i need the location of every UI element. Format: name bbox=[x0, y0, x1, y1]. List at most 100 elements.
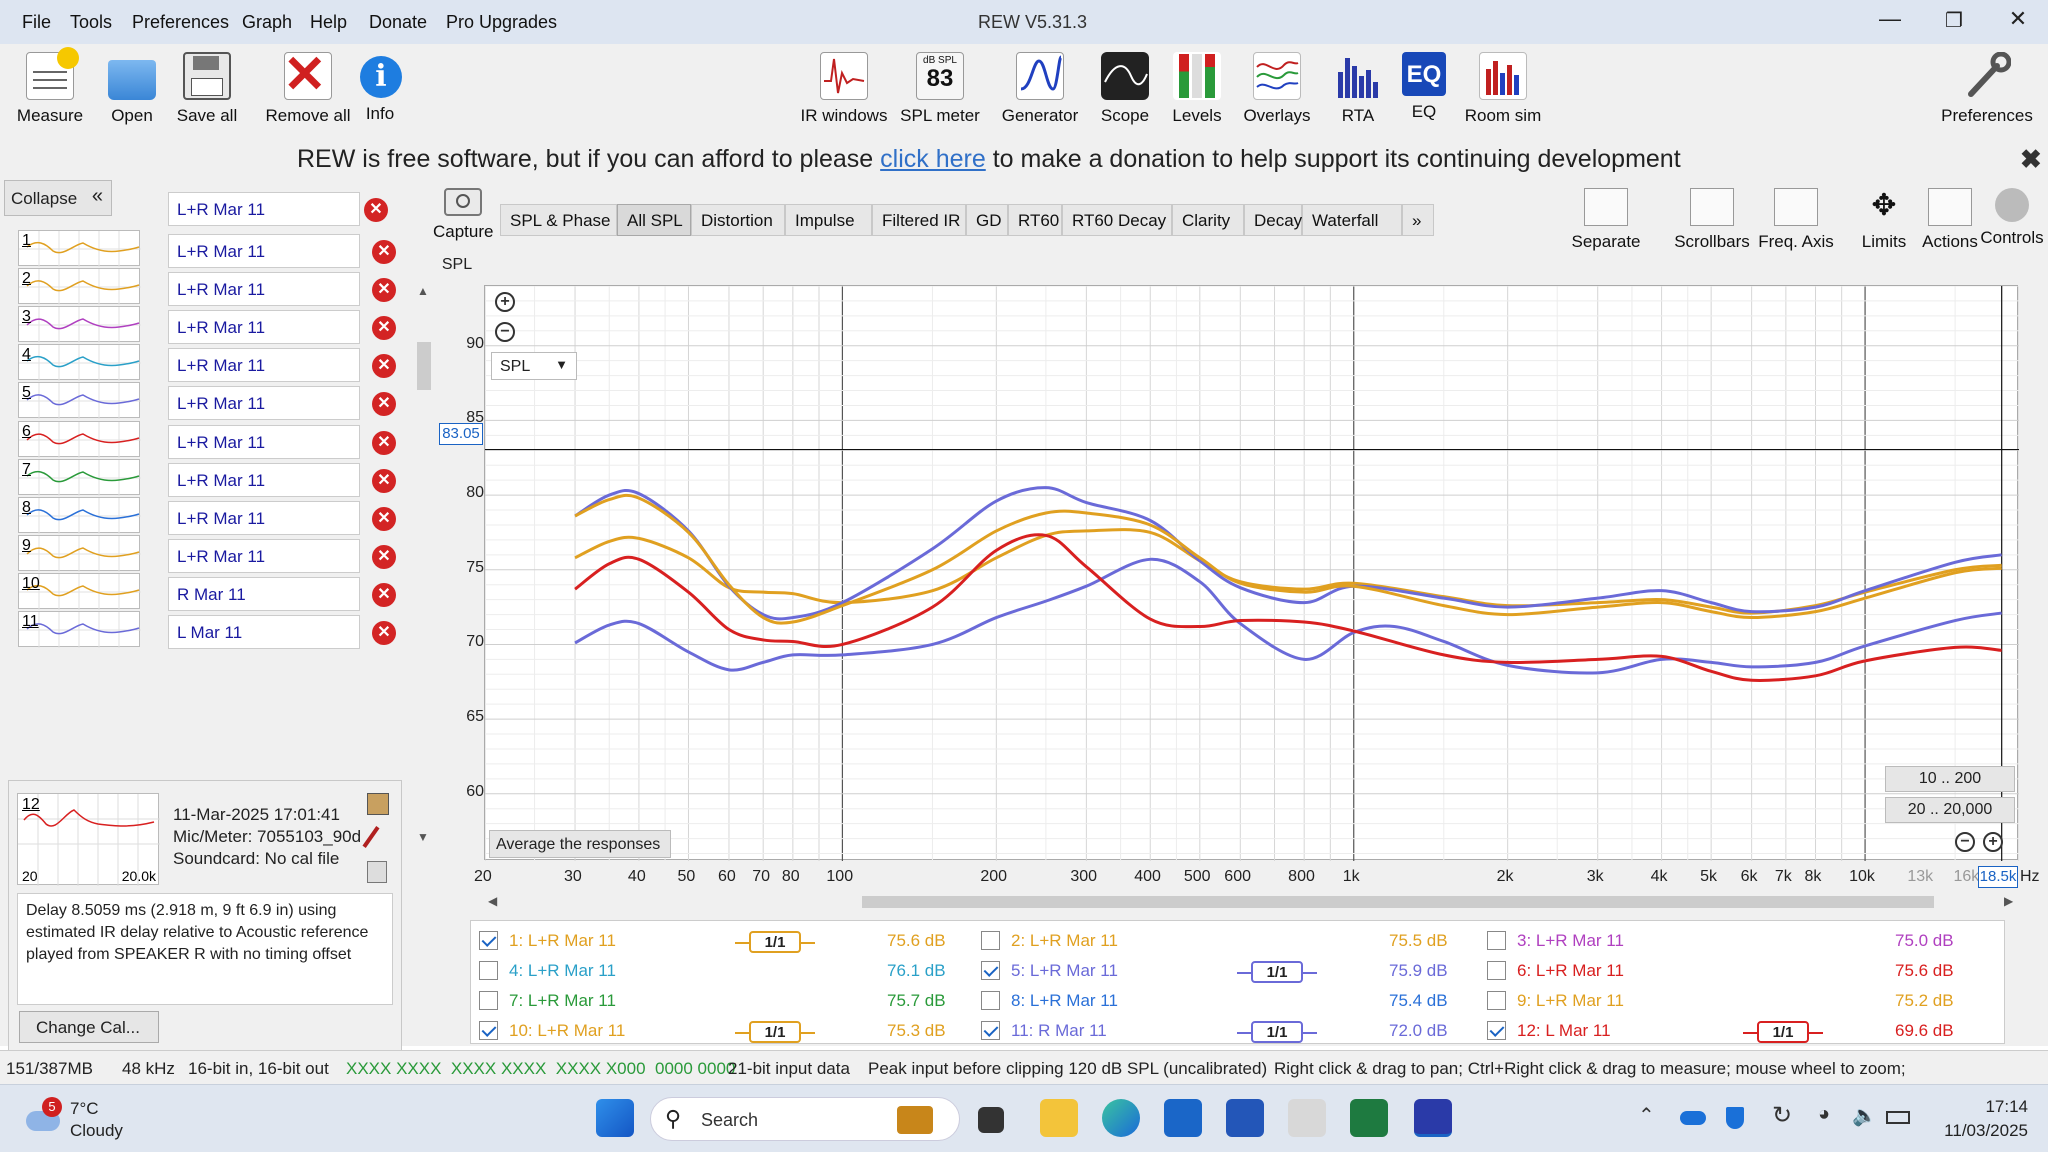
scope-button[interactable]: Scope bbox=[1098, 52, 1152, 126]
battery-icon[interactable] bbox=[1886, 1111, 1910, 1124]
scroll-down-icon[interactable]: ▼ bbox=[417, 830, 429, 844]
selected-measurement[interactable]: 12 20 20.0k 11-Mar-2025 17:01:41 Mic/Met… bbox=[8, 780, 402, 1064]
clock-date[interactable]: 11/03/2025 bbox=[1932, 1121, 2028, 1141]
chart-icon[interactable] bbox=[367, 793, 389, 815]
smoothing-indicator[interactable]: 1/1 bbox=[1757, 1021, 1809, 1043]
close-button[interactable]: ✕ bbox=[1998, 6, 2038, 32]
vertical-scrollbar[interactable]: ▲ ▼ bbox=[415, 284, 431, 854]
notes-icon[interactable] bbox=[367, 861, 387, 883]
h-scroll-thumb[interactable] bbox=[862, 896, 1934, 908]
zoom-out-icon[interactable]: − bbox=[495, 322, 515, 342]
smoothing-indicator[interactable]: 1/1 bbox=[749, 931, 801, 953]
spl-dropdown[interactable]: SPL ▼ bbox=[491, 352, 577, 380]
menu-graph[interactable]: Graph bbox=[242, 12, 292, 33]
remove-current-icon[interactable]: ✕ bbox=[364, 198, 388, 222]
windows-start-icon[interactable] bbox=[596, 1099, 634, 1137]
zoom-in-icon[interactable]: + bbox=[495, 292, 515, 312]
measure-button[interactable]: Measure bbox=[14, 47, 86, 126]
legend-checkbox[interactable] bbox=[1487, 961, 1506, 980]
wifi-icon[interactable]: ◕ bbox=[1818, 1103, 1830, 1126]
menu-preferences[interactable]: Preferences bbox=[132, 12, 229, 33]
legend-checkbox[interactable] bbox=[981, 1021, 1000, 1040]
measurement-name[interactable]: L+R Mar 11 bbox=[168, 538, 360, 573]
save-all-button[interactable]: Save all bbox=[174, 52, 240, 126]
legend-item[interactable]: 4: L+R Mar 11 76.1 dB bbox=[479, 959, 969, 985]
overlays-button[interactable]: Overlays bbox=[1242, 52, 1312, 126]
rew-taskbar-icon[interactable] bbox=[1414, 1099, 1452, 1137]
legend-item[interactable]: 2: L+R Mar 11 75.5 dB bbox=[981, 929, 1471, 955]
info-button[interactable]: i Info bbox=[360, 52, 402, 124]
freq-axis-button[interactable]: Freq. Axis bbox=[1758, 188, 1834, 252]
measurement-name[interactable]: L+R Mar 11 bbox=[168, 310, 360, 345]
measurement-name[interactable]: L Mar 11 bbox=[168, 615, 360, 649]
tab-all-spl[interactable]: All SPL bbox=[617, 204, 691, 236]
task-view-icon[interactable] bbox=[978, 1107, 1004, 1133]
scroll-up-icon[interactable]: ▲ bbox=[417, 284, 429, 298]
legend-item[interactable]: 7: L+R Mar 11 75.7 dB bbox=[479, 989, 969, 1015]
dsp-icon[interactable] bbox=[1288, 1099, 1326, 1137]
tab-decay[interactable]: Decay bbox=[1244, 204, 1302, 236]
scroll-right-icon[interactable]: ▶ bbox=[2004, 894, 2013, 908]
remove-measurement-icon[interactable]: ✕ bbox=[372, 316, 396, 341]
onedrive-icon[interactable] bbox=[1680, 1111, 1706, 1125]
legend-item[interactable]: 6: L+R Mar 11 75.6 dB bbox=[1487, 959, 1977, 985]
file-explorer-icon[interactable] bbox=[1040, 1099, 1078, 1137]
remove-measurement-icon[interactable]: ✕ bbox=[372, 354, 396, 379]
menu-help[interactable]: Help bbox=[310, 12, 347, 33]
remove-measurement-icon[interactable]: ✕ bbox=[372, 468, 396, 493]
smoothing-indicator[interactable]: 1/1 bbox=[749, 1021, 801, 1043]
menu-file[interactable]: File bbox=[22, 12, 51, 33]
remove-measurement-icon[interactable]: ✕ bbox=[372, 582, 396, 607]
remove-measurement-icon[interactable]: ✕ bbox=[372, 621, 396, 645]
open-button[interactable]: Open bbox=[104, 52, 160, 126]
clock-time[interactable]: 17:14 bbox=[1960, 1097, 2028, 1117]
separate-button[interactable]: Separate bbox=[1568, 188, 1644, 252]
remove-measurement-icon[interactable]: ✕ bbox=[372, 506, 396, 531]
tab-waterfall[interactable]: Waterfall bbox=[1302, 204, 1402, 236]
tab-more[interactable]: » bbox=[1402, 204, 1434, 236]
preferences-button[interactable]: Preferences bbox=[1940, 51, 2034, 126]
legend-checkbox[interactable] bbox=[1487, 991, 1506, 1010]
legend-checkbox[interactable] bbox=[479, 1021, 498, 1040]
remove-all-button[interactable]: ✕ Remove all bbox=[258, 49, 358, 126]
menu-tools[interactable]: Tools bbox=[70, 12, 112, 33]
collapse-button[interactable]: Collapse « bbox=[4, 180, 112, 216]
measurement-name[interactable]: L+R Mar 11 bbox=[168, 386, 360, 421]
scroll-left-icon[interactable]: ◀ bbox=[488, 894, 497, 908]
security-icon[interactable] bbox=[1726, 1107, 1744, 1129]
spl-meter-button[interactable]: dB SPL 83 SPL meter bbox=[900, 52, 980, 126]
ir-windows-button[interactable]: IR windows bbox=[800, 52, 888, 126]
measurement-name[interactable]: L+R Mar 11 bbox=[168, 462, 360, 497]
measurement-name[interactable]: L+R Mar 11 bbox=[168, 500, 360, 535]
scroll-thumb[interactable] bbox=[417, 342, 431, 390]
h-zoom-out-icon[interactable]: − bbox=[1955, 832, 1975, 852]
controls-button[interactable]: Controls bbox=[1974, 188, 2048, 248]
levels-button[interactable]: Levels bbox=[1170, 52, 1224, 126]
legend-item[interactable]: 1: L+R Mar 11 1/1 75.6 dB bbox=[479, 929, 969, 955]
legend-checkbox[interactable] bbox=[479, 991, 498, 1010]
donate-link[interactable]: click here bbox=[880, 145, 986, 173]
pen-icon[interactable] bbox=[362, 826, 380, 848]
measurement-row[interactable]: 11 L Mar 11 ✕ bbox=[8, 609, 402, 659]
measurement-name[interactable]: R Mar 11 bbox=[168, 576, 360, 611]
legend-item[interactable]: 11: R Mar 11 1/1 72.0 dB bbox=[981, 1019, 1471, 1045]
remove-measurement-icon[interactable]: ✕ bbox=[372, 278, 396, 303]
horizontal-scrollbar[interactable]: ◀ ▶ bbox=[488, 894, 2018, 910]
remove-measurement-icon[interactable]: ✕ bbox=[372, 240, 396, 264]
legend-checkbox[interactable] bbox=[479, 961, 498, 980]
legend-checkbox[interactable] bbox=[981, 961, 1000, 980]
scrollbars-button[interactable]: Scrollbars bbox=[1674, 188, 1750, 252]
tab-spl-phase[interactable]: SPL & Phase bbox=[500, 204, 617, 236]
tab-filtered-ir[interactable]: Filtered IR bbox=[872, 204, 966, 236]
range-10-200-button[interactable]: 10 .. 200 bbox=[1885, 766, 2015, 792]
legend-item[interactable]: 9: L+R Mar 11 75.2 dB bbox=[1487, 989, 1977, 1015]
legend-item[interactable]: 3: L+R Mar 11 75.0 dB bbox=[1487, 929, 1977, 955]
change-cal-button[interactable]: Change Cal... bbox=[19, 1011, 159, 1043]
legend-item[interactable]: 5: L+R Mar 11 1/1 75.9 dB bbox=[981, 959, 1471, 985]
measurement-name[interactable]: L+R Mar 11 bbox=[168, 272, 360, 307]
average-responses-button[interactable]: Average the responses bbox=[489, 830, 671, 858]
spl-plot[interactable]: + − SPL ▼ 83.05 Average the responses 10 … bbox=[439, 285, 2020, 861]
room-sim-button[interactable]: Room sim bbox=[1464, 52, 1542, 126]
legend-checkbox[interactable] bbox=[981, 931, 1000, 950]
limits-button[interactable]: ✥ Limits bbox=[1846, 188, 1922, 252]
